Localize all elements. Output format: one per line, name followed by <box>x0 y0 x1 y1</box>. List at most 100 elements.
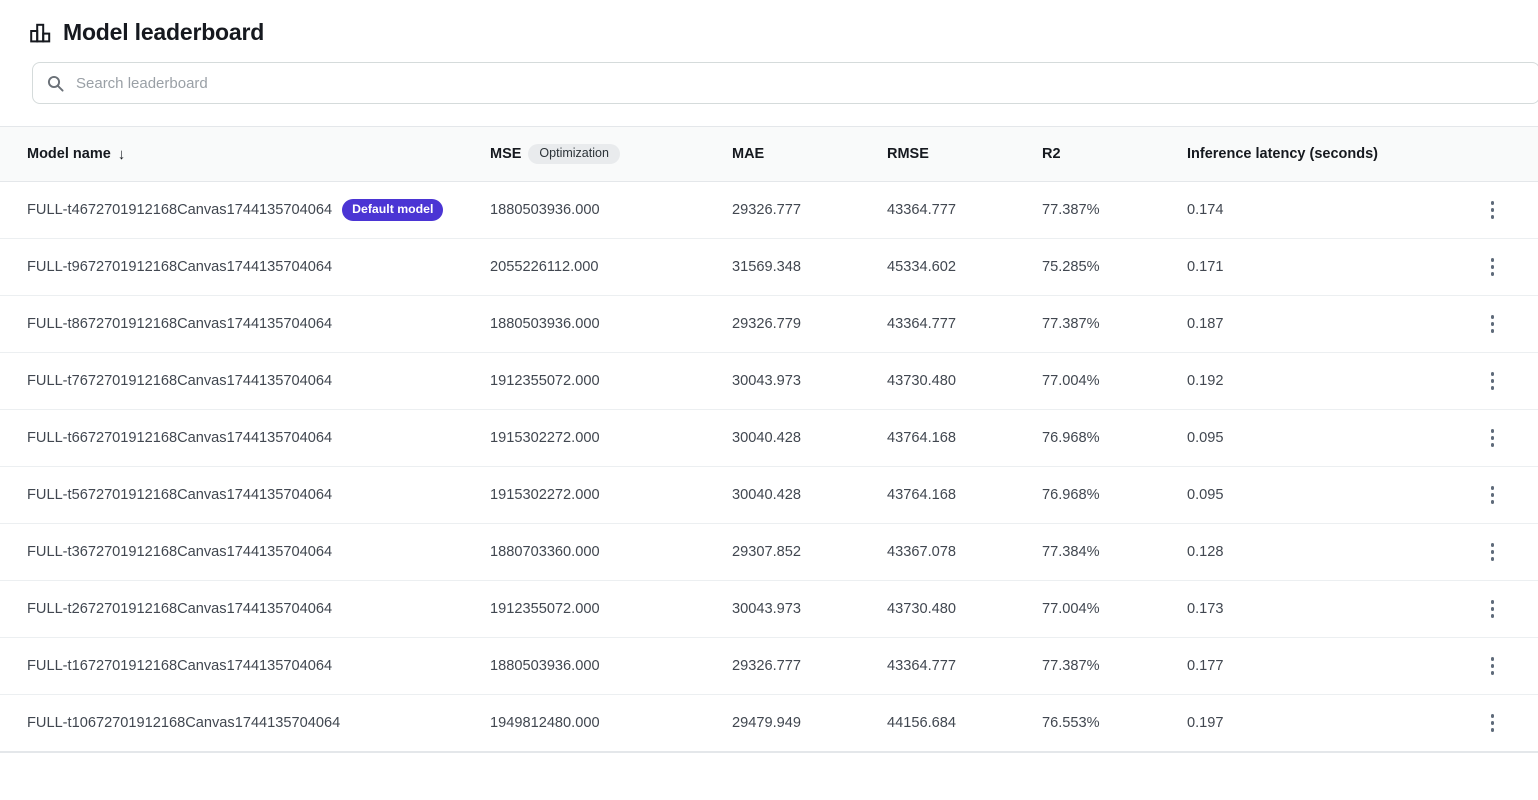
table-row[interactable]: FULL-t7672701912168Canvas1744135704064 19… <box>0 353 1538 410</box>
mae-value: 30040.428 <box>732 430 801 446</box>
cell-mae: 31569.348 <box>732 258 887 276</box>
cell-rmse: 43367.078 <box>887 543 1042 561</box>
column-header-rmse[interactable]: RMSE <box>887 146 1042 162</box>
model-name-text: FULL-t5672701912168Canvas1744135704064 <box>27 487 332 503</box>
r2-value: 77.004% <box>1042 601 1100 617</box>
cell-latency: 0.095 <box>1187 486 1467 504</box>
cell-actions <box>1467 197 1538 223</box>
cell-latency: 0.095 <box>1187 429 1467 447</box>
kebab-menu-icon[interactable] <box>1480 482 1506 508</box>
cell-rmse: 43364.777 <box>887 657 1042 675</box>
column-header-model-name[interactable]: Model name ↓ <box>0 146 490 162</box>
cell-mse: 1912355072.000 <box>490 372 732 390</box>
cell-model-name: FULL-t2672701912168Canvas1744135704064 <box>0 601 490 617</box>
column-header-mae[interactable]: MAE <box>732 146 887 162</box>
cell-rmse: 43764.168 <box>887 429 1042 447</box>
r2-value: 76.968% <box>1042 430 1100 446</box>
mse-value: 1915302272.000 <box>490 430 600 446</box>
table-row[interactable]: FULL-t2672701912168Canvas1744135704064 19… <box>0 581 1538 638</box>
model-name-text: FULL-t4672701912168Canvas1744135704064 <box>27 202 332 218</box>
cell-model-name: FULL-t3672701912168Canvas1744135704064 <box>0 544 490 560</box>
cell-mae: 29479.949 <box>732 714 887 732</box>
cell-rmse: 43764.168 <box>887 486 1042 504</box>
cell-model-name: FULL-t8672701912168Canvas1744135704064 <box>0 316 490 332</box>
kebab-menu-icon[interactable] <box>1480 653 1506 679</box>
column-header-r2[interactable]: R2 <box>1042 146 1187 162</box>
column-header-mse[interactable]: MSE Optimization <box>490 144 732 164</box>
kebab-menu-icon[interactable] <box>1480 311 1506 337</box>
kebab-menu-icon[interactable] <box>1480 710 1506 736</box>
mae-value: 30043.973 <box>732 601 801 617</box>
cell-r2: 77.384% <box>1042 543 1187 561</box>
kebab-menu-icon[interactable] <box>1480 368 1506 394</box>
page-title: Model leaderboard <box>63 21 264 44</box>
r2-value: 77.387% <box>1042 316 1100 332</box>
cell-rmse: 45334.602 <box>887 258 1042 276</box>
kebab-menu-icon[interactable] <box>1480 254 1506 280</box>
cell-latency: 0.174 <box>1187 201 1467 219</box>
search-icon <box>47 75 64 92</box>
model-name-text: FULL-t2672701912168Canvas1744135704064 <box>27 601 332 617</box>
r2-value: 77.387% <box>1042 658 1100 674</box>
mse-value: 1912355072.000 <box>490 373 600 389</box>
model-name-text: FULL-t7672701912168Canvas1744135704064 <box>27 373 332 389</box>
kebab-menu-icon[interactable] <box>1480 596 1506 622</box>
kebab-menu-icon[interactable] <box>1480 425 1506 451</box>
cell-latency: 0.192 <box>1187 372 1467 390</box>
search-bar[interactable] <box>32 62 1538 104</box>
cell-mse: 1949812480.000 <box>490 714 732 732</box>
cell-mae: 29326.777 <box>732 201 887 219</box>
column-header-inference-latency[interactable]: Inference latency (seconds) <box>1187 146 1467 162</box>
model-name-text: FULL-t8672701912168Canvas1744135704064 <box>27 316 332 332</box>
latency-value: 0.174 <box>1187 202 1224 218</box>
cell-model-name: FULL-t1672701912168Canvas1744135704064 <box>0 658 490 674</box>
model-name-text: FULL-t3672701912168Canvas1744135704064 <box>27 544 332 560</box>
mse-value: 1880503936.000 <box>490 202 600 218</box>
cell-r2: 77.004% <box>1042 600 1187 618</box>
kebab-menu-icon[interactable] <box>1480 197 1506 223</box>
cell-mse: 1880703360.000 <box>490 543 732 561</box>
r2-value: 75.285% <box>1042 259 1100 275</box>
table-row[interactable]: FULL-t1672701912168Canvas1744135704064 18… <box>0 638 1538 695</box>
leaderboard-bar-chart-icon <box>30 22 52 44</box>
table-row[interactable]: FULL-t8672701912168Canvas174413570406418… <box>0 296 1538 353</box>
sort-descending-icon[interactable]: ↓ <box>118 147 126 162</box>
model-name-text: FULL-t9672701912168Canvas1744135704064 <box>27 259 332 275</box>
rmse-value: 43367.078 <box>887 544 956 560</box>
rmse-value: 43730.480 <box>887 373 956 389</box>
mae-value: 29326.777 <box>732 658 801 674</box>
mse-value: 1912355072.000 <box>490 601 600 617</box>
latency-value: 0.177 <box>1187 658 1224 674</box>
default-model-badge: Default model <box>342 199 443 220</box>
cell-mae: 30040.428 <box>732 429 887 447</box>
search-input[interactable] <box>76 75 1525 92</box>
table-row[interactable]: FULL-t10672701912168Canvas17441357040641… <box>0 695 1538 752</box>
rmse-value: 43364.777 <box>887 316 956 332</box>
cell-mae: 29326.777 <box>732 657 887 675</box>
r2-value: 77.384% <box>1042 544 1100 560</box>
latency-value: 0.197 <box>1187 715 1224 731</box>
cell-actions <box>1467 596 1538 622</box>
table-row[interactable]: FULL-t9672701912168Canvas174413570406420… <box>0 239 1538 296</box>
model-name-text: FULL-t1672701912168Canvas1744135704064 <box>27 658 332 674</box>
rmse-value: 43364.777 <box>887 658 956 674</box>
cell-r2: 76.968% <box>1042 429 1187 447</box>
cell-mse: 1915302272.000 <box>490 429 732 447</box>
cell-rmse: 43364.777 <box>887 201 1042 219</box>
table-row[interactable]: FULL-t3672701912168Canvas1744135704064 18… <box>0 524 1538 581</box>
cell-model-name: FULL-t9672701912168Canvas1744135704064 <box>0 259 490 275</box>
table-row[interactable]: FULL-t5672701912168Canvas174413570406419… <box>0 467 1538 524</box>
rmse-value: 43764.168 <box>887 430 956 446</box>
cell-mae: 30043.973 <box>732 372 887 390</box>
cell-r2: 75.285% <box>1042 258 1187 276</box>
cell-mae: 29326.779 <box>732 315 887 333</box>
table-row[interactable]: FULL-t4672701912168Canvas1744135704064 De… <box>0 182 1538 239</box>
mse-value: 1880503936.000 <box>490 658 600 674</box>
mse-value: 1949812480.000 <box>490 715 600 731</box>
cell-latency: 0.171 <box>1187 258 1467 276</box>
mae-value: 29326.777 <box>732 202 801 218</box>
table-row[interactable]: FULL-t6672701912168Canvas174413570406419… <box>0 410 1538 467</box>
kebab-menu-icon[interactable] <box>1480 539 1506 565</box>
r2-value: 77.004% <box>1042 373 1100 389</box>
rmse-value: 43764.168 <box>887 487 956 503</box>
